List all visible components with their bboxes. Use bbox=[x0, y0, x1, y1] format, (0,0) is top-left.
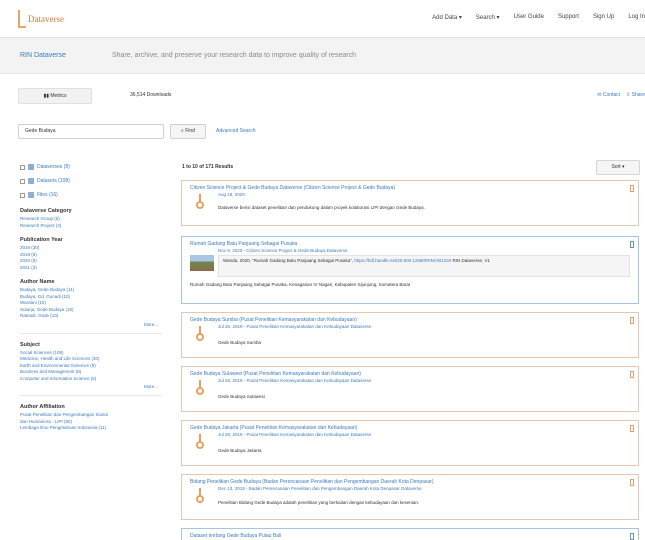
citation-text: Wanda, 2020, "Rumah Gadang Batu Panjaang… bbox=[223, 258, 355, 263]
logo-text: Dataverse bbox=[28, 14, 64, 24]
result-date[interactable]: Jul 26, 2019 - Pusat Penelitian Kemasyar… bbox=[218, 378, 371, 383]
facet-dataverses[interactable]: Dataverses (8) bbox=[20, 160, 162, 174]
result-description: Gede Budaya Sulawesi bbox=[218, 394, 265, 399]
citation-link[interactable]: https://hdl.handle.net/20.500.12690/RIN/… bbox=[354, 258, 451, 263]
result-description: Penelitian Bidang Gede Budaya adalah pen… bbox=[218, 500, 420, 505]
share-button[interactable]: ⇪ Share bbox=[626, 92, 645, 98]
citation-box: Wanda, 2020, "Rumah Gadang Batu Panjaang… bbox=[218, 255, 630, 277]
dataverse-icon bbox=[195, 434, 205, 450]
result-card-dataverse: Gede Budaya Jakarta (Pusat Penelitian Ke… bbox=[181, 420, 639, 466]
bookmark-icon bbox=[630, 371, 634, 378]
facet-heading: Dataverse Category bbox=[20, 208, 72, 214]
dataset-icon bbox=[28, 178, 34, 184]
find-label: Find bbox=[185, 128, 195, 134]
facet-item[interactable]: 2021 (3) bbox=[20, 265, 162, 272]
nav-sign-up[interactable]: Sign Up bbox=[593, 14, 614, 21]
result-date[interactable]: Nov 9, 2020 - Citizen Science Project & … bbox=[218, 248, 347, 253]
navbar: Dataverse Add Data ▾ Search ▾ User Guide… bbox=[0, 0, 645, 38]
result-card-dataset: Rumah Gadang Batu Panjaang Sebagai Pusak… bbox=[181, 236, 639, 304]
facet-heading: Author Name bbox=[20, 279, 55, 285]
result-card-dataverse: Gede Budaya Sulawesi (Pusat Penelitian K… bbox=[181, 366, 639, 412]
contact-share-group: ✉ Contact ⇪ Share bbox=[597, 92, 645, 98]
facet-item[interactable]: Research Project (3) bbox=[20, 223, 162, 230]
dataverse-tagline: Share, archive, and preserve your resear… bbox=[112, 52, 356, 59]
result-title[interactable]: Gede Budaya Sulawesi (Pusat Penelitian K… bbox=[190, 371, 610, 377]
dataverse-logo-icon bbox=[18, 10, 26, 28]
facet-sidebar: Dataverses (8) Datasets (108) Files (16)… bbox=[20, 160, 162, 432]
bookmark-icon bbox=[630, 425, 634, 432]
bookmark-icon bbox=[630, 479, 634, 486]
result-date: Aug 18, 2020 bbox=[218, 192, 245, 197]
result-date[interactable]: Dec 13, 2019 - Badan Perencanaan Penelit… bbox=[218, 486, 422, 491]
downloads-count: 36,514 Downloads bbox=[130, 92, 172, 98]
facet-item[interactable]: Ratnadi, Gede (10) bbox=[20, 313, 162, 320]
checkbox-icon[interactable] bbox=[20, 178, 25, 184]
result-date[interactable]: Jul 26, 2019 - Pusat Penelitian Kemasyar… bbox=[218, 324, 371, 329]
more-link[interactable]: More... bbox=[20, 322, 162, 327]
search-input[interactable]: Gede Budaya bbox=[18, 124, 164, 139]
dataverse-icon bbox=[28, 164, 34, 170]
contact-button[interactable]: ✉ Contact bbox=[597, 92, 620, 98]
dataverse-logo[interactable]: Dataverse bbox=[18, 9, 64, 29]
contact-label: Contact bbox=[602, 92, 621, 98]
result-date[interactable]: Jul 26, 2019 - Pusat Penelitian Kemasyar… bbox=[218, 432, 371, 437]
nav-user-guide[interactable]: User Guide bbox=[514, 14, 544, 21]
facet-heading: Author Affiliation bbox=[20, 404, 65, 410]
result-title[interactable]: Bidang Penelitian Gede Budaya (Badan Per… bbox=[190, 479, 610, 485]
result-description: Gede Budaya Jakarta bbox=[218, 448, 262, 453]
top-nav-menu: Add Data ▾ Search ▾ User Guide Support S… bbox=[432, 14, 645, 21]
facet-type-label: Files (16) bbox=[37, 192, 58, 198]
bookmark-icon bbox=[630, 185, 634, 192]
dataverse-icon bbox=[195, 488, 205, 504]
facet-files[interactable]: Files (16) bbox=[20, 188, 162, 202]
facet-item[interactable]: Lembaga Ilmu Pengetahuan Indonesia (11) bbox=[20, 425, 162, 432]
result-card-dataverse: Gede Budaya Sumba (Pusat Penelitian Kema… bbox=[181, 312, 639, 358]
dataverse-icon bbox=[195, 194, 205, 210]
result-card-dataset: Dataset tentang Gede Budaya Pulau Bali bbox=[181, 528, 639, 540]
more-link[interactable]: More... bbox=[20, 384, 162, 389]
find-button[interactable]: ⌕ Find bbox=[170, 124, 206, 139]
share-label: Share bbox=[631, 92, 645, 98]
divider bbox=[20, 332, 162, 334]
result-title[interactable]: Rumah Gadang Batu Panjaang Sebagai Pusak… bbox=[190, 241, 610, 247]
sort-button[interactable]: Sort ▾ bbox=[596, 160, 640, 175]
result-title[interactable]: Gede Budaya Sumba (Pusat Penelitian Kema… bbox=[190, 317, 610, 323]
facet-type-label: Dataverses (8) bbox=[37, 164, 70, 170]
metrics-label: Metrics bbox=[50, 93, 67, 99]
file-icon bbox=[28, 192, 34, 198]
nav-add-data[interactable]: Add Data ▾ bbox=[432, 14, 462, 21]
facet-item[interactable]: Computer and Information Science (5) bbox=[20, 376, 162, 383]
result-title[interactable]: Dataset tentang Gede Budaya Pulau Bali bbox=[190, 533, 610, 539]
dataverse-icon bbox=[195, 326, 205, 342]
dataset-icon bbox=[630, 241, 634, 248]
facet-heading: Publication Year bbox=[20, 237, 63, 243]
checkbox-icon[interactable] bbox=[20, 164, 25, 170]
result-description: Dataverse berisi dataset penelitian dan … bbox=[218, 205, 425, 210]
advanced-search-link[interactable]: Advanced Search bbox=[216, 128, 255, 134]
nav-log-in[interactable]: Log In bbox=[628, 14, 645, 21]
bookmark-icon bbox=[630, 317, 634, 324]
result-description: Gede Budaya Sumba bbox=[218, 340, 262, 345]
dataverse-name[interactable]: RIN Dataverse bbox=[20, 52, 66, 59]
facet-type-label: Datasets (108) bbox=[37, 178, 70, 184]
facet-heading: Subject bbox=[20, 341, 40, 348]
result-card-dataverse: Citizen Science Project & Gede Budaya Da… bbox=[181, 180, 639, 226]
facet-datasets[interactable]: Datasets (108) bbox=[20, 174, 162, 188]
nav-support[interactable]: Support bbox=[558, 14, 579, 21]
checkbox-icon[interactable] bbox=[20, 192, 25, 198]
nav-search[interactable]: Search ▾ bbox=[476, 14, 500, 21]
result-title[interactable]: Gede Budaya Jakarta (Pusat Penelitian Ke… bbox=[190, 425, 610, 431]
citation-tail: RIN Dataverse, V1 bbox=[451, 258, 490, 263]
dataset-thumbnail[interactable] bbox=[190, 255, 214, 271]
metrics-button[interactable]: ▮▮ Metrics bbox=[18, 88, 92, 104]
divider bbox=[20, 395, 162, 396]
results-count: 1 to 10 of 171 Results bbox=[182, 164, 234, 170]
result-card-dataverse: Bidang Penelitian Gede Budaya (Badan Per… bbox=[181, 474, 639, 520]
result-description: Rumah Gadang Batu Panjaang Sebagai Pusak… bbox=[190, 282, 411, 287]
dataset-icon bbox=[630, 533, 634, 540]
dataverse-icon bbox=[195, 380, 205, 396]
result-title[interactable]: Citizen Science Project & Gede Budaya Da… bbox=[190, 185, 610, 191]
dataverse-header: RIN Dataverse Share, archive, and preser… bbox=[0, 38, 645, 74]
